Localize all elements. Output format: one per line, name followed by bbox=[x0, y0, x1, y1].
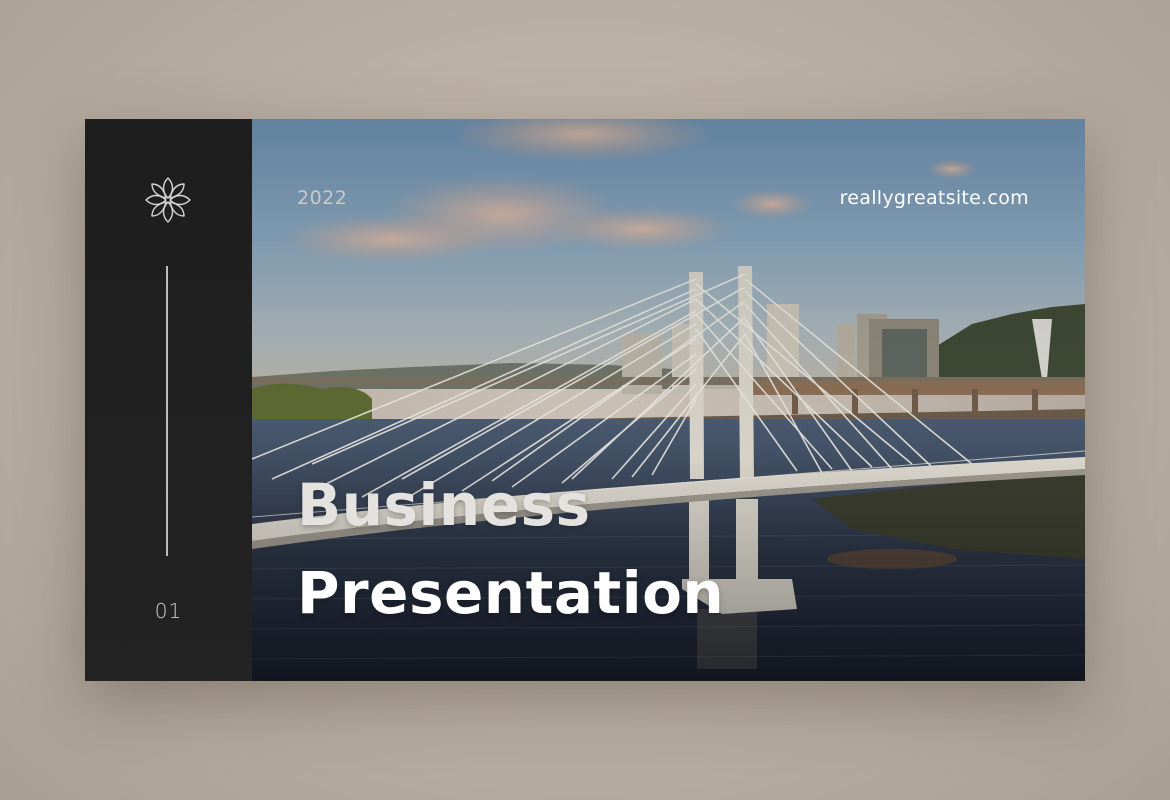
website-label: reallygreatsite.com bbox=[839, 187, 1029, 209]
title-line-1: Business bbox=[297, 471, 591, 539]
page-number: 01 bbox=[154, 599, 183, 623]
year-label: 2022 bbox=[297, 187, 348, 209]
vertical-divider bbox=[166, 266, 168, 556]
presentation-slide: 01 2022 reallygreatsite.com Business Pre… bbox=[85, 119, 1085, 681]
title-line-2: Presentation bbox=[297, 559, 725, 627]
lotus-flower-icon bbox=[145, 177, 191, 223]
bridge-photo: 2022 reallygreatsite.com Business Presen… bbox=[252, 119, 1085, 681]
slide-title: Business Presentation bbox=[297, 461, 724, 637]
sidebar: 01 bbox=[85, 119, 252, 681]
